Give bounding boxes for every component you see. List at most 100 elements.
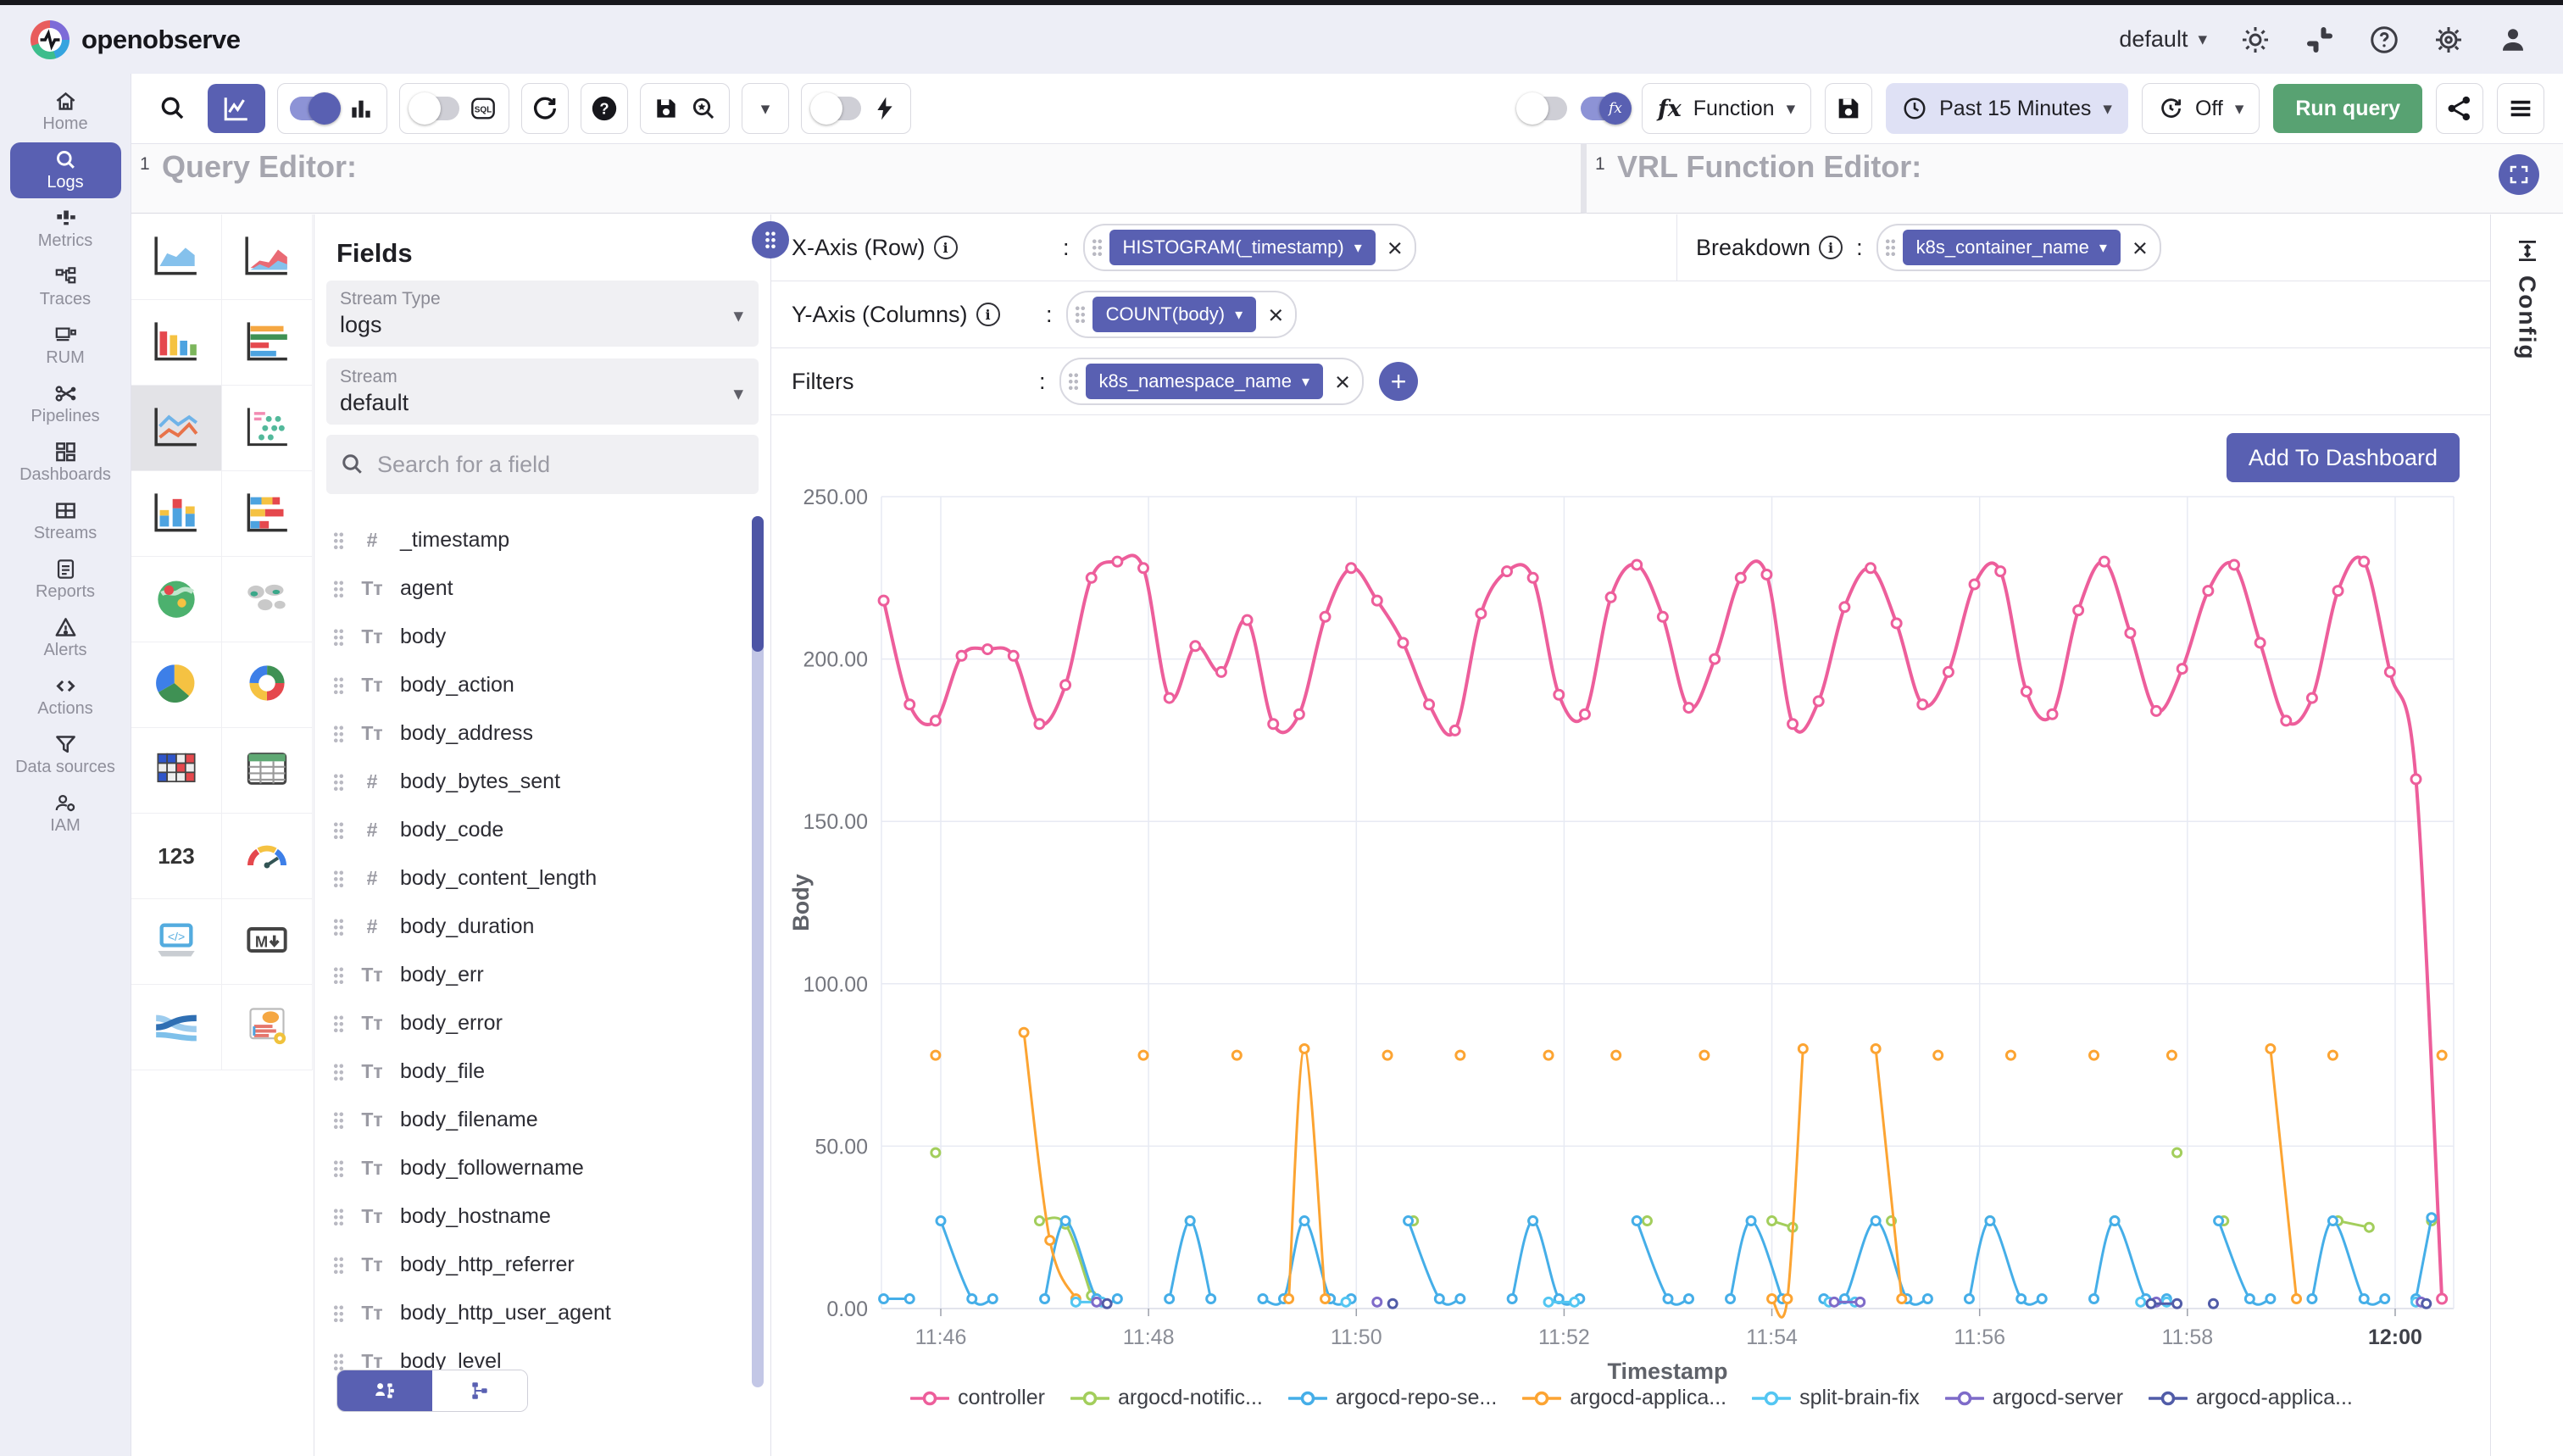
field-item-agent[interactable]: Tтagent xyxy=(314,564,770,613)
field-item-_timestamp[interactable]: #_timestamp xyxy=(314,516,770,564)
legend-item-argocd-applica[interactable]: argocd-applica... xyxy=(1522,1386,1726,1410)
run-query-button[interactable]: Run query xyxy=(2273,84,2422,133)
saved-views-dropdown[interactable]: ▾ xyxy=(742,83,789,134)
remove-y-axis-icon[interactable]: × xyxy=(1263,302,1288,328)
field-item-body_hostname[interactable]: Tтbody_hostname xyxy=(314,1192,770,1241)
field-item-body_error[interactable]: Tтbody_error xyxy=(314,999,770,1048)
histogram-toggle[interactable] xyxy=(290,97,337,120)
legend-item-argocd-notific[interactable]: argocd-notific... xyxy=(1070,1386,1263,1410)
sidebar-item-metrics[interactable]: Metrics xyxy=(10,201,121,257)
expand-editor-button[interactable] xyxy=(2499,154,2539,195)
quick-mode-toggle[interactable] xyxy=(814,97,861,120)
field-item-body_filename[interactable]: Tтbody_filename xyxy=(314,1096,770,1144)
chart-type-sankey[interactable] xyxy=(131,985,222,1070)
config-sidebar-toggle[interactable]: Config xyxy=(2490,214,2563,1456)
chart-type-markdown[interactable]: M xyxy=(222,899,313,985)
chart-type-custom[interactable] xyxy=(222,985,313,1070)
chart-type-heatmap[interactable] xyxy=(131,728,222,814)
remove-filter-icon[interactable]: × xyxy=(1330,369,1355,395)
chart-type-h-stacked[interactable] xyxy=(222,471,313,557)
vrl-function-editor[interactable]: 1 VRL Function Editor: xyxy=(1587,144,2563,214)
org-selector[interactable]: default ▾ xyxy=(2119,26,2207,53)
chart-type-html[interactable]: </> xyxy=(131,899,222,985)
breakdown-chip[interactable]: k8s_container_name▾ × xyxy=(1876,224,2161,271)
field-item-body_http_user_agent[interactable]: Tтbody_http_user_agent xyxy=(314,1289,770,1337)
saved-views-icon[interactable] xyxy=(690,95,717,122)
sidebar-item-traces[interactable]: Traces xyxy=(10,259,121,315)
sidebar-item-dashboards[interactable]: Dashboards xyxy=(10,435,121,491)
transform-toggle[interactable] xyxy=(1520,97,1567,120)
stream-select[interactable]: Stream default ▾ xyxy=(326,358,759,425)
sidebar-item-home[interactable]: Home xyxy=(10,84,121,140)
field-item-body_action[interactable]: Tтbody_action xyxy=(314,661,770,709)
sidebar-item-alerts[interactable]: Alerts xyxy=(10,610,121,666)
sidebar-item-streams[interactable]: Streams xyxy=(10,493,121,549)
panel-resize-handle[interactable] xyxy=(752,221,789,258)
field-item-body_followername[interactable]: Tтbody_followername xyxy=(314,1144,770,1192)
function-dropdown[interactable]: fx Function ▾ xyxy=(1642,83,1811,134)
save-function-button[interactable] xyxy=(1825,83,1872,134)
chart-type-line[interactable] xyxy=(131,386,222,471)
chart-type-stacked[interactable] xyxy=(131,471,222,557)
all-fields-schema-button[interactable] xyxy=(432,1370,527,1411)
share-button[interactable] xyxy=(2436,83,2483,134)
field-item-body_bytes_sent[interactable]: #body_bytes_sent xyxy=(314,758,770,806)
chart-type-maps[interactable] xyxy=(222,557,313,642)
sidebar-item-logs[interactable]: Logs xyxy=(10,142,121,198)
chart-type-area[interactable] xyxy=(131,214,222,300)
time-range-dropdown[interactable]: Past 15 Minutes ▾ xyxy=(1886,83,2128,134)
sidebar-item-data-sources[interactable]: Data sources xyxy=(10,727,121,783)
chart-type-donut[interactable] xyxy=(222,642,313,728)
field-search-input[interactable]: Search for a field xyxy=(326,435,759,494)
chart-type-pie[interactable] xyxy=(131,642,222,728)
search-mode-button[interactable] xyxy=(150,84,196,133)
sidebar-item-reports[interactable]: Reports xyxy=(10,552,121,608)
legend-item-controller[interactable]: controller xyxy=(910,1386,1045,1410)
field-item-body[interactable]: Tтbody xyxy=(314,613,770,661)
chart-type-geomap[interactable] xyxy=(131,557,222,642)
remove-breakdown-icon[interactable]: × xyxy=(2127,235,2153,261)
query-help-button[interactable]: ? xyxy=(581,83,628,134)
field-item-body_duration[interactable]: #body_duration xyxy=(314,903,770,951)
x-axis-chip[interactable]: HISTOGRAM(_timestamp)▾ × xyxy=(1083,224,1416,271)
chart-type-gauge[interactable] xyxy=(222,814,313,899)
chart-type-scatter[interactable] xyxy=(222,386,313,471)
sidebar-item-pipelines[interactable]: Pipelines xyxy=(10,376,121,432)
field-item-body_http_referrer[interactable]: Tтbody_http_referrer xyxy=(314,1241,770,1289)
field-list-scrollbar[interactable] xyxy=(752,516,764,1387)
legend-item-argocd-repo-se[interactable]: argocd-repo-se... xyxy=(1288,1386,1497,1410)
stream-type-select[interactable]: Stream Type logs ▾ xyxy=(326,281,759,347)
query-editor[interactable]: 1 Query Editor: xyxy=(131,144,1587,214)
slack-icon[interactable] xyxy=(2304,24,2336,56)
save-icon[interactable] xyxy=(653,95,680,122)
settings-gear-icon[interactable] xyxy=(2432,24,2465,56)
help-button[interactable] xyxy=(2368,24,2400,56)
chart-type-table[interactable] xyxy=(222,728,313,814)
visualize-mode-button[interactable] xyxy=(208,84,265,133)
field-item-body_address[interactable]: Tтbody_address xyxy=(314,709,770,758)
theme-toggle-button[interactable] xyxy=(2239,24,2271,56)
y-axis-chip[interactable]: COUNT(body)▾ × xyxy=(1066,291,1298,338)
vrl-function-toggle[interactable]: fx xyxy=(1581,97,1628,120)
sidebar-item-actions[interactable]: Actions xyxy=(10,669,121,725)
timeseries-chart[interactable]: 0.0050.00100.00150.00200.00250.0011:4611… xyxy=(780,435,2483,1384)
sidebar-item-iam[interactable]: IAM xyxy=(10,786,121,842)
legend-item-split-brain-fix[interactable]: split-brain-fix xyxy=(1752,1386,1920,1410)
auto-refresh-dropdown[interactable]: Off ▾ xyxy=(2142,83,2260,134)
chart-type-area-stacked[interactable] xyxy=(222,214,313,300)
chart-type-bar[interactable] xyxy=(131,300,222,386)
sql-mode-toggle[interactable] xyxy=(412,97,459,120)
chart-type-metric[interactable]: 123 xyxy=(131,814,222,899)
legend-item-argocd-server[interactable]: argocd-server xyxy=(1945,1386,2123,1410)
sidebar-item-rum[interactable]: RUM xyxy=(10,318,121,374)
remove-x-axis-icon[interactable]: × xyxy=(1382,235,1408,261)
legend-item-argocd-applica[interactable]: argocd-applica... xyxy=(2149,1386,2353,1410)
field-item-body_code[interactable]: #body_code xyxy=(314,806,770,854)
chart-type-h-bar[interactable] xyxy=(222,300,313,386)
user-avatar-icon[interactable] xyxy=(2497,24,2529,56)
field-item-body_content_length[interactable]: #body_content_length xyxy=(314,854,770,903)
user-defined-schema-button[interactable] xyxy=(337,1370,432,1411)
field-item-body_file[interactable]: Tтbody_file xyxy=(314,1048,770,1096)
menu-button[interactable] xyxy=(2497,83,2544,134)
filter-chip[interactable]: k8s_namespace_name▾ × xyxy=(1059,358,1365,405)
